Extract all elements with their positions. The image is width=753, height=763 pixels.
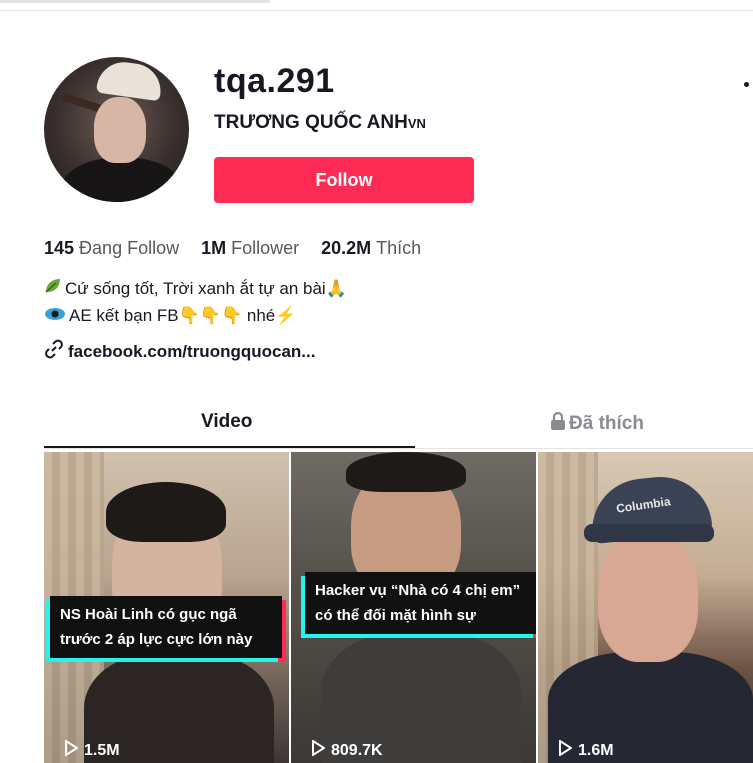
followers-label: Follower [231,238,300,258]
browser-top-edge [0,0,753,11]
nickname-main: TRƯƠNG QUỐC ANH [214,112,408,133]
nickname: TRƯƠNG QUỐC ANHVN [214,112,426,134]
lock-icon [549,411,567,437]
views-count: 1.5M [84,741,120,759]
tab-video[interactable]: Video [201,411,252,433]
following-count: 145 [44,238,75,258]
leaf-icon [44,277,62,303]
video-views: 809.7K [311,739,383,761]
likes-label: Thích [376,238,422,258]
stat-following[interactable]: 145 Đang Follow [44,238,179,259]
video-grid: NS Hoài Linh có gục ngã trước 2 áp lực c… [44,452,753,763]
video-caption: Hacker vụ “Nhà có 4 chị em” có thể đối m… [305,572,536,634]
tab-liked-label: Đã thích [569,413,644,434]
stat-likes: 20.2M Thích [321,238,421,259]
link-text: facebook.com/truongquocan... [68,341,316,361]
video-card[interactable]: Columbia 1.6M [538,452,753,763]
pray-emoji: 🙏 [325,279,347,298]
stats-bar: 145 Đang Follow 1M Follower 20.2M Thích [44,238,421,259]
bio-line-1-text: Cứ sống tốt, Trời xanh ắt tự an bài [65,279,326,298]
username: tqa.291 [214,62,335,100]
profile-tabs: Video Đã thích [44,403,753,449]
nickname-suffix: VN [407,116,426,131]
views-count: 1.6M [578,741,614,759]
play-icon [311,739,326,761]
views-count: 809.7K [331,741,383,759]
following-label: Đang Follow [79,238,180,258]
follow-button[interactable]: Follow [214,157,474,203]
more-icon[interactable] [744,82,749,87]
bio: Cứ sống tốt, Trời xanh ắt tự an bài🙏 AE … [44,276,347,330]
bio-line-2-end: nhé [242,306,276,325]
stat-followers[interactable]: 1M Follower [201,238,299,259]
link-icon [44,339,64,364]
play-icon [64,739,79,761]
video-views: 1.5M [64,739,120,761]
profile-link[interactable]: facebook.com/truongquocan... [44,339,315,364]
likes-count: 20.2M [321,238,372,258]
avatar[interactable] [44,57,189,202]
pointer-emojis: 👇👇👇 [178,306,243,325]
bio-line-2-text: AE kết bạn FB [69,306,179,325]
tab-active-indicator [44,446,415,448]
video-caption: NS Hoài Linh có gục ngã trước 2 áp lực c… [50,596,282,658]
lightning-emoji: ⚡ [275,306,297,325]
video-card[interactable]: NS Hoài Linh có gục ngã trước 2 áp lực c… [44,452,289,763]
eye-icon [44,304,66,330]
video-card[interactable]: Hacker vụ “Nhà có 4 chị em” có thể đối m… [291,452,536,763]
play-icon [558,739,573,761]
bio-line-1: Cứ sống tốt, Trời xanh ắt tự an bài🙏 [44,276,347,303]
bio-line-2: AE kết bạn FB👇👇👇 nhé⚡ [44,303,347,330]
followers-count: 1M [201,238,227,258]
video-views: 1.6M [558,739,614,761]
tab-liked[interactable]: Đã thích [549,411,644,437]
